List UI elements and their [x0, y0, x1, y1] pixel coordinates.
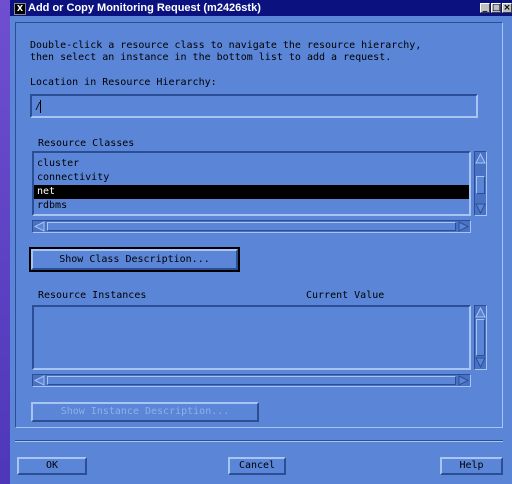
title-bar[interactable]: X Add or Copy Monitoring Request (m2426s…: [10, 0, 512, 16]
instances-vertical-scrollbar[interactable]: [474, 305, 487, 370]
current-value-label: Current Value: [306, 290, 385, 301]
maximize-icon[interactable]: □: [491, 3, 501, 13]
classes-hscroll-thumb[interactable]: [47, 222, 456, 231]
classes-vscroll-thumb[interactable]: [476, 176, 485, 194]
show-instance-description-button[interactable]: Show Instance Description...: [31, 402, 259, 422]
instruction-line-2: then select an instance in the bottom li…: [30, 52, 392, 63]
resource-classes-label: Resource Classes: [38, 138, 135, 149]
resource-instances-list[interactable]: [32, 305, 471, 370]
location-label: Location in Resource Hierarchy:: [30, 77, 217, 88]
minimize-icon[interactable]: _: [480, 3, 490, 13]
resource-instances-label: Resource Instances: [38, 290, 147, 301]
show-class-description-button[interactable]: Show Class Description...: [29, 247, 240, 272]
location-input[interactable]: /: [30, 94, 478, 118]
x-window-icon[interactable]: X: [14, 3, 26, 15]
list-item-cluster[interactable]: cluster: [34, 157, 469, 171]
help-button[interactable]: Help: [440, 457, 503, 475]
classes-horizontal-scrollbar[interactable]: [32, 220, 471, 233]
instances-horizontal-scrollbar[interactable]: [32, 374, 471, 387]
dialog-window: X Add or Copy Monitoring Request (m2426s…: [0, 0, 512, 484]
instruction-line-1: Double-click a resource class to navigat…: [30, 40, 422, 51]
button-row-separator: [15, 440, 503, 442]
list-item-rdbms[interactable]: rdbms: [34, 199, 469, 213]
classes-vertical-scrollbar[interactable]: [474, 151, 487, 216]
instances-vscroll-thumb[interactable]: [476, 319, 485, 356]
cancel-button[interactable]: Cancel: [228, 457, 286, 475]
text-cursor: [40, 100, 41, 113]
resource-classes-list[interactable]: cluster connectivity net rdbms: [32, 151, 471, 216]
desktop-edge: [0, 0, 10, 484]
instances-hscroll-thumb[interactable]: [47, 376, 456, 385]
list-item-net[interactable]: net: [34, 185, 469, 199]
list-item-connectivity[interactable]: connectivity: [34, 171, 469, 185]
close-icon[interactable]: ×: [502, 3, 512, 13]
window-title: Add or Copy Monitoring Request (m2426stk…: [28, 2, 261, 14]
ok-button[interactable]: OK: [17, 457, 87, 475]
